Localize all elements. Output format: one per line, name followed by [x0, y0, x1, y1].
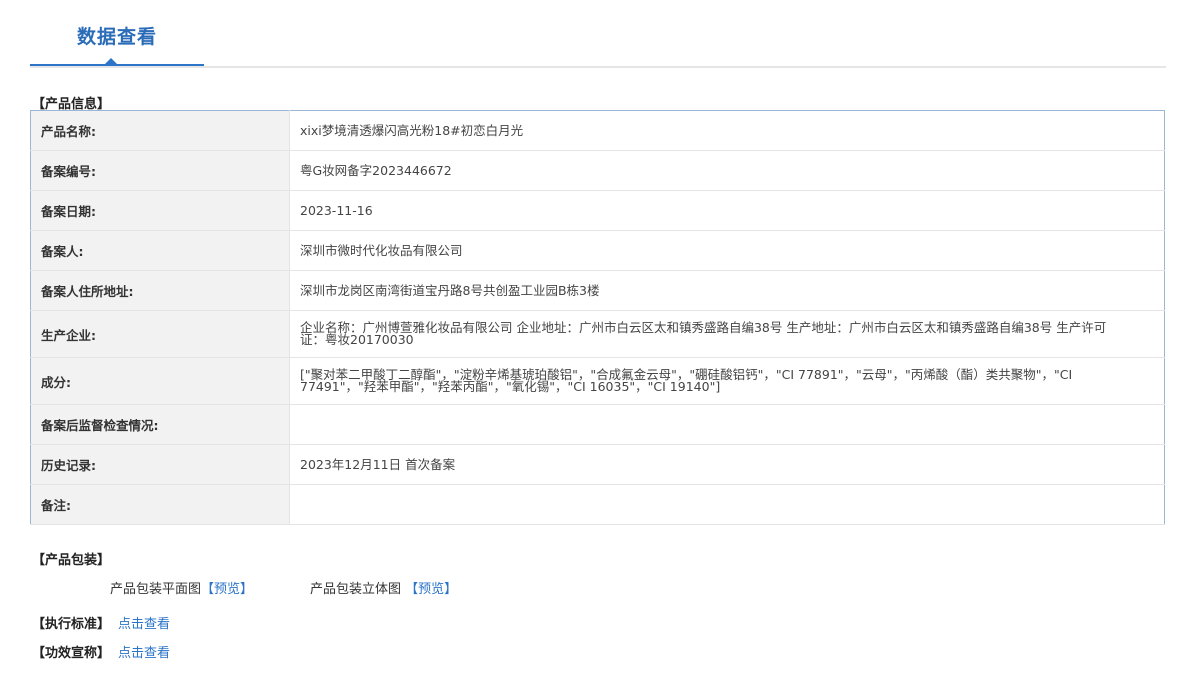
record-date-label: 备案日期:	[30, 190, 290, 231]
record-number-label: 备案编号:	[30, 150, 290, 191]
table-row: 备案后监督检查情况:	[30, 404, 1165, 445]
efficacy-view-link[interactable]: 点击查看	[118, 646, 170, 661]
table-row: 成分: ["聚对苯二甲酸丁二醇酯"，"淀粉辛烯基琥珀酸铝"，"合成氟金云母"，"…	[30, 357, 1165, 405]
record-date-value: 2023-11-16	[289, 190, 1165, 231]
table-row: 备案人: 深圳市微时代化妆品有限公司	[30, 230, 1165, 271]
registrant-address-label: 备案人住所地址:	[30, 270, 290, 311]
tab-data-view[interactable]: 数据查看	[30, 0, 204, 66]
table-row: 备案编号: 粤G妆网备字2023446672	[30, 150, 1165, 191]
registrant-value: 深圳市微时代化妆品有限公司	[289, 230, 1165, 271]
table-row: 生产企业: 企业名称：广州博萱雅化妆品有限公司 企业地址：广州市白云区太和镇秀盛…	[30, 310, 1165, 358]
registrant-label: 备案人:	[30, 230, 290, 271]
standard-label: 【执行标准】	[32, 617, 111, 632]
manufacturer-label: 生产企业:	[30, 310, 290, 358]
ingredients-label: 成分:	[30, 357, 290, 405]
tab-active-indicator	[105, 58, 117, 64]
package-flat-preview-link[interactable]: 【预览】	[201, 582, 253, 597]
table-row: 备案日期: 2023-11-16	[30, 190, 1165, 231]
record-number-value: 粤G妆网备字2023446672	[289, 150, 1165, 191]
history-label: 历史记录:	[30, 444, 290, 485]
packaging-section-title: 【产品包装】	[32, 553, 111, 568]
inspection-label: 备案后监督检查情况:	[30, 404, 290, 445]
ingredients-value: ["聚对苯二甲酸丁二醇酯"，"淀粉辛烯基琥珀酸铝"，"合成氟金云母"，"硼硅酸铝…	[289, 357, 1165, 405]
registrant-address-value: 深圳市龙岗区南湾街道宝丹路8号共创盈工业园B栋3楼	[289, 270, 1165, 311]
package-stereo-row: 产品包装立体图 【预览】	[310, 578, 457, 597]
manufacturer-value: 企业名称：广州博萱雅化妆品有限公司 企业地址：广州市白云区太和镇秀盛路自编38号…	[289, 310, 1165, 358]
product-name-value: xixi梦境清透爆闪高光粉18#初恋白月光	[289, 110, 1165, 151]
inspection-value	[289, 404, 1165, 445]
tab-data-view-label: 数据查看	[76, 26, 157, 48]
remarks-label: 备注:	[30, 484, 290, 525]
package-flat-label: 产品包装平面图	[110, 582, 202, 597]
product-info-table: 产品名称: xixi梦境清透爆闪高光粉18#初恋白月光 备案编号: 粤G妆网备字…	[30, 110, 1165, 525]
remarks-value	[289, 484, 1165, 525]
tab-bar: 数据查看	[30, 0, 1166, 68]
table-row: 备注:	[30, 484, 1165, 525]
standard-view-link[interactable]: 点击查看	[118, 617, 170, 632]
table-row: 产品名称: xixi梦境清透爆闪高光粉18#初恋白月光	[30, 110, 1165, 151]
table-row: 历史记录: 2023年12月11日 首次备案	[30, 444, 1165, 485]
efficacy-label: 【功效宣称】	[32, 646, 111, 661]
efficacy-row: 【功效宣称】 点击查看	[32, 642, 170, 661]
package-stereo-label: 产品包装立体图	[310, 582, 402, 597]
package-flat-row: 产品包装平面图【预览】	[110, 578, 253, 597]
product-name-label: 产品名称:	[30, 110, 290, 151]
table-row: 备案人住所地址: 深圳市龙岗区南湾街道宝丹路8号共创盈工业园B栋3楼	[30, 270, 1165, 311]
package-stereo-preview-link[interactable]: 【预览】	[405, 582, 457, 597]
standard-row: 【执行标准】 点击查看	[32, 613, 170, 632]
history-value: 2023年12月11日 首次备案	[289, 444, 1165, 485]
